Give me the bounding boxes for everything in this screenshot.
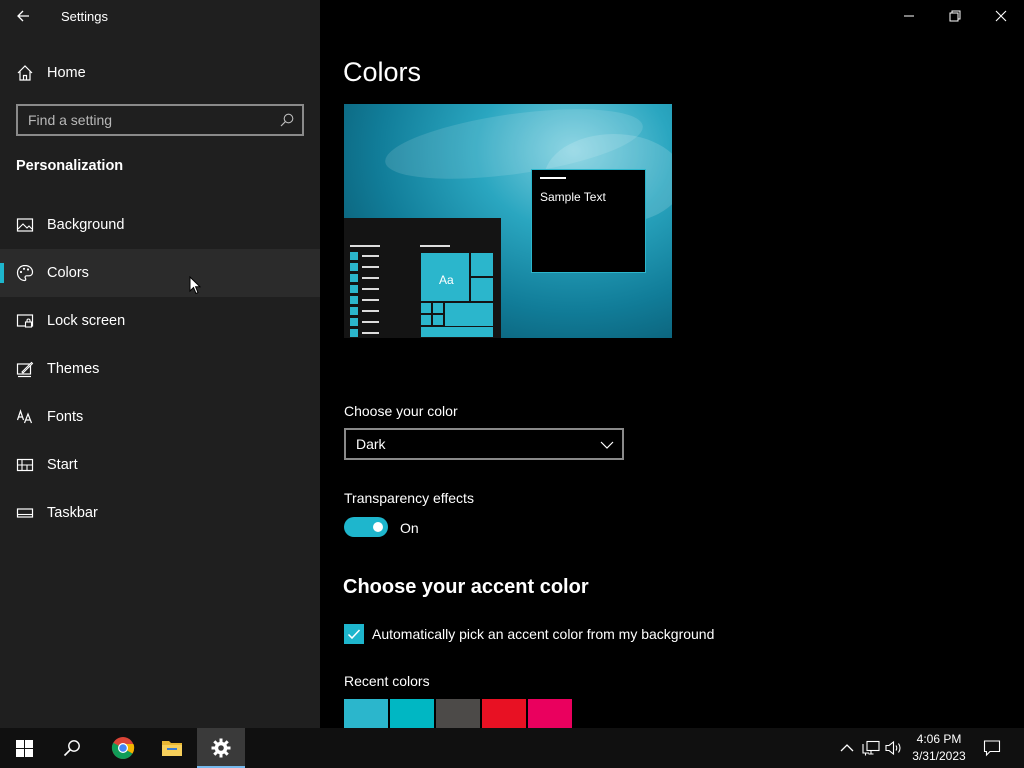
minimize-button[interactable] [886, 0, 932, 32]
sidebar-item-start[interactable]: Start [0, 441, 320, 489]
color-swatch[interactable] [344, 699, 388, 729]
color-swatch[interactable] [528, 699, 572, 729]
gear-icon [211, 738, 231, 758]
sidebar-item-label: Start [47, 457, 78, 473]
preview-tiles: Aa [420, 252, 494, 338]
home-nav-item[interactable]: Home [0, 56, 320, 90]
title-bar: Settings [0, 0, 320, 32]
taskbar-clock[interactable]: 4:06 PM 3/31/2023 [902, 731, 976, 765]
taskbar-icon [16, 508, 34, 518]
taskbar-file-explorer-button[interactable] [148, 728, 196, 768]
choose-color-dropdown[interactable]: Dark [344, 428, 624, 460]
taskbar-chrome-button[interactable] [99, 728, 147, 768]
windows-logo-icon [15, 739, 33, 757]
checkmark-icon [347, 629, 361, 640]
mouse-cursor-icon [189, 276, 201, 295]
network-icon [862, 740, 880, 756]
notification-icon [983, 740, 1001, 757]
color-swatch[interactable] [482, 699, 526, 729]
sidebar: Settings Home Find a setting Personaliza… [0, 0, 320, 728]
picture-icon [16, 218, 34, 232]
action-center-button[interactable] [976, 728, 1008, 768]
close-button[interactable] [978, 0, 1024, 32]
main-panel: Colors Aa Sample Text Choose your color … [320, 0, 1024, 729]
search-placeholder: Find a setting [28, 112, 113, 128]
transparency-toggle[interactable] [344, 517, 388, 537]
section-heading: Personalization [16, 158, 124, 174]
taskbar-search-button[interactable] [48, 728, 96, 768]
sidebar-item-label: Fonts [47, 409, 84, 425]
selection-indicator [0, 263, 4, 283]
auto-accent-label: Automatically pick an accent color from … [372, 626, 715, 642]
sidebar-item-label: Background [47, 217, 125, 233]
sidebar-item-label: Lock screen [47, 313, 126, 329]
speaker-icon [885, 740, 901, 756]
volume-button[interactable] [885, 739, 903, 757]
network-button[interactable] [862, 739, 880, 757]
sidebar-item-label: Colors [47, 265, 89, 281]
choose-color-label: Choose your color [344, 403, 458, 419]
sidebar-item-label: Taskbar [47, 505, 98, 521]
start-button[interactable] [0, 728, 48, 768]
themes-icon [16, 361, 34, 378]
toggle-state-label: On [400, 520, 419, 536]
app-title: Settings [61, 9, 108, 24]
chevron-down-icon [600, 441, 614, 449]
sidebar-item-themes[interactable]: Themes [0, 345, 320, 393]
page-title: Colors [343, 57, 422, 87]
search-input[interactable]: Find a setting [16, 104, 304, 136]
sidebar-item-lock-screen[interactable]: Lock screen [0, 297, 320, 345]
close-icon [995, 10, 1007, 22]
sidebar-item-taskbar[interactable]: Taskbar [0, 489, 320, 537]
color-swatch[interactable] [436, 699, 480, 729]
palette-icon [16, 264, 34, 282]
recent-colors-swatches [344, 699, 574, 729]
sidebar-item-background[interactable]: Background [0, 201, 320, 249]
show-hidden-icons-button[interactable] [838, 739, 856, 757]
restore-button[interactable] [932, 0, 978, 32]
clock-time: 4:06 PM [916, 732, 962, 746]
sidebar-item-colors[interactable]: Colors [0, 249, 320, 297]
fonts-icon [16, 409, 33, 424]
search-icon [63, 740, 80, 757]
auto-accent-checkbox[interactable] [344, 624, 364, 644]
chrome-icon [111, 737, 135, 759]
sidebar-item-label: Themes [47, 361, 100, 377]
home-icon [17, 65, 33, 81]
accent-heading: Choose your accent color [343, 576, 589, 598]
color-swatch[interactable] [390, 699, 434, 729]
back-arrow-icon [17, 10, 29, 22]
minimize-icon [904, 15, 914, 17]
dropdown-value: Dark [356, 436, 386, 452]
search-icon[interactable] [280, 113, 294, 127]
home-label: Home [47, 65, 86, 81]
restore-icon [949, 10, 961, 22]
preview-sample-window: Sample Text [531, 169, 646, 273]
start-icon [16, 458, 34, 472]
color-preview: Aa Sample Text [344, 104, 672, 338]
preview-sample-text: Sample Text [540, 190, 606, 204]
back-button[interactable] [8, 2, 38, 30]
window-controls [886, 0, 1024, 32]
transparency-label: Transparency effects [344, 490, 474, 506]
chevron-up-icon [840, 744, 854, 752]
taskbar: 4:06 PM 3/31/2023 [0, 728, 1024, 768]
recent-colors-label: Recent colors [344, 673, 430, 689]
toggle-knob [373, 522, 383, 532]
folder-icon [162, 741, 182, 756]
lock-screen-icon [16, 314, 34, 328]
clock-date: 3/31/2023 [912, 749, 966, 763]
preview-tile-text: Aa [439, 273, 454, 287]
taskbar-settings-button[interactable] [197, 728, 245, 768]
sidebar-item-fonts[interactable]: Fonts [0, 393, 320, 441]
